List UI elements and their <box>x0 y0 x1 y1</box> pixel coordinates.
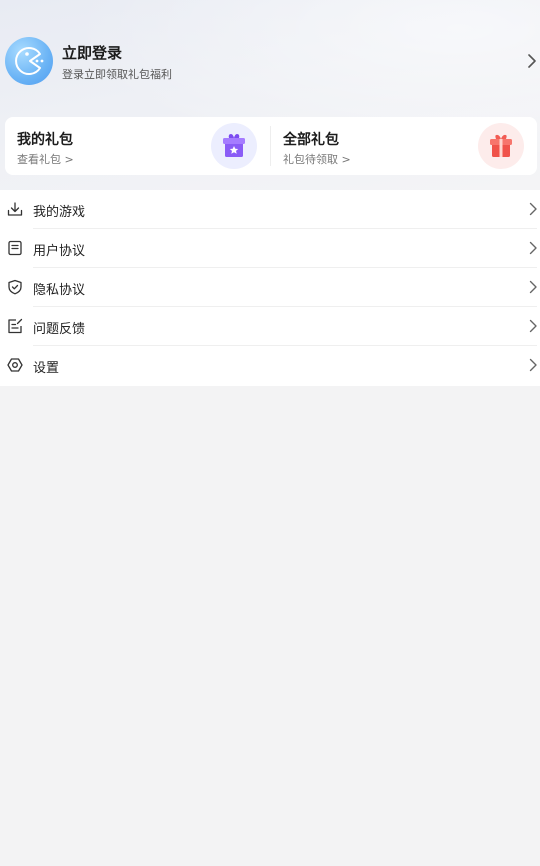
chevron-right-icon <box>529 358 537 372</box>
menu-item-my-games[interactable]: 我的游戏 <box>0 190 540 229</box>
chevron-right-icon <box>529 202 537 216</box>
login-title[interactable]: 立即登录 <box>62 42 122 63</box>
menu-item-label: 设置 <box>33 361 60 376</box>
chevron-right-icon[interactable] <box>526 54 538 68</box>
chevron-right-icon <box>529 241 537 255</box>
menu-item-label: 用户协议 <box>33 244 86 259</box>
menu-list: 我的游戏 用户协议 隐私协议 问题反馈 设置 <box>0 190 540 386</box>
pacman-avatar-icon <box>15 47 44 75</box>
menu-item-label: 我的游戏 <box>33 205 86 220</box>
menu-item-label: 隐私协议 <box>33 283 86 298</box>
all-gifts-link[interactable]: 礼包待领取 > <box>283 151 351 167</box>
avatar[interactable] <box>5 37 53 85</box>
my-gifts-link[interactable]: 查看礼包 > <box>17 151 74 167</box>
all-gifts-button[interactable]: 全部礼包 礼包待领取 > <box>271 117 537 175</box>
menu-item-user-agreement[interactable]: 用户协议 <box>0 229 540 268</box>
gift-card: 我的礼包 查看礼包 > 全部礼包 礼包待领取 > <box>5 117 537 175</box>
settings-icon <box>7 358 23 372</box>
menu-item-feedback[interactable]: 问题反馈 <box>0 307 540 346</box>
menu-item-settings[interactable]: 设置 <box>0 346 540 385</box>
shield-icon <box>8 279 22 295</box>
login-subtitle: 登录立即领取礼包福利 <box>62 68 172 81</box>
chevron-right-icon <box>529 319 537 333</box>
my-gifts-title: 我的礼包 <box>17 132 73 148</box>
red-gift-box-icon <box>478 123 524 169</box>
purple-gift-box-icon <box>211 123 257 169</box>
edit-icon <box>8 318 23 334</box>
my-gifts-button[interactable]: 我的礼包 查看礼包 > <box>5 117 271 175</box>
download-icon <box>7 202 23 216</box>
document-icon <box>8 240 22 256</box>
all-gifts-title: 全部礼包 <box>283 132 339 148</box>
login-row[interactable]: 立即登录 登录立即领取礼包福利 <box>0 30 540 92</box>
chevron-right-icon <box>529 280 537 294</box>
menu-item-privacy-agreement[interactable]: 隐私协议 <box>0 268 540 307</box>
menu-item-label: 问题反馈 <box>33 322 86 337</box>
